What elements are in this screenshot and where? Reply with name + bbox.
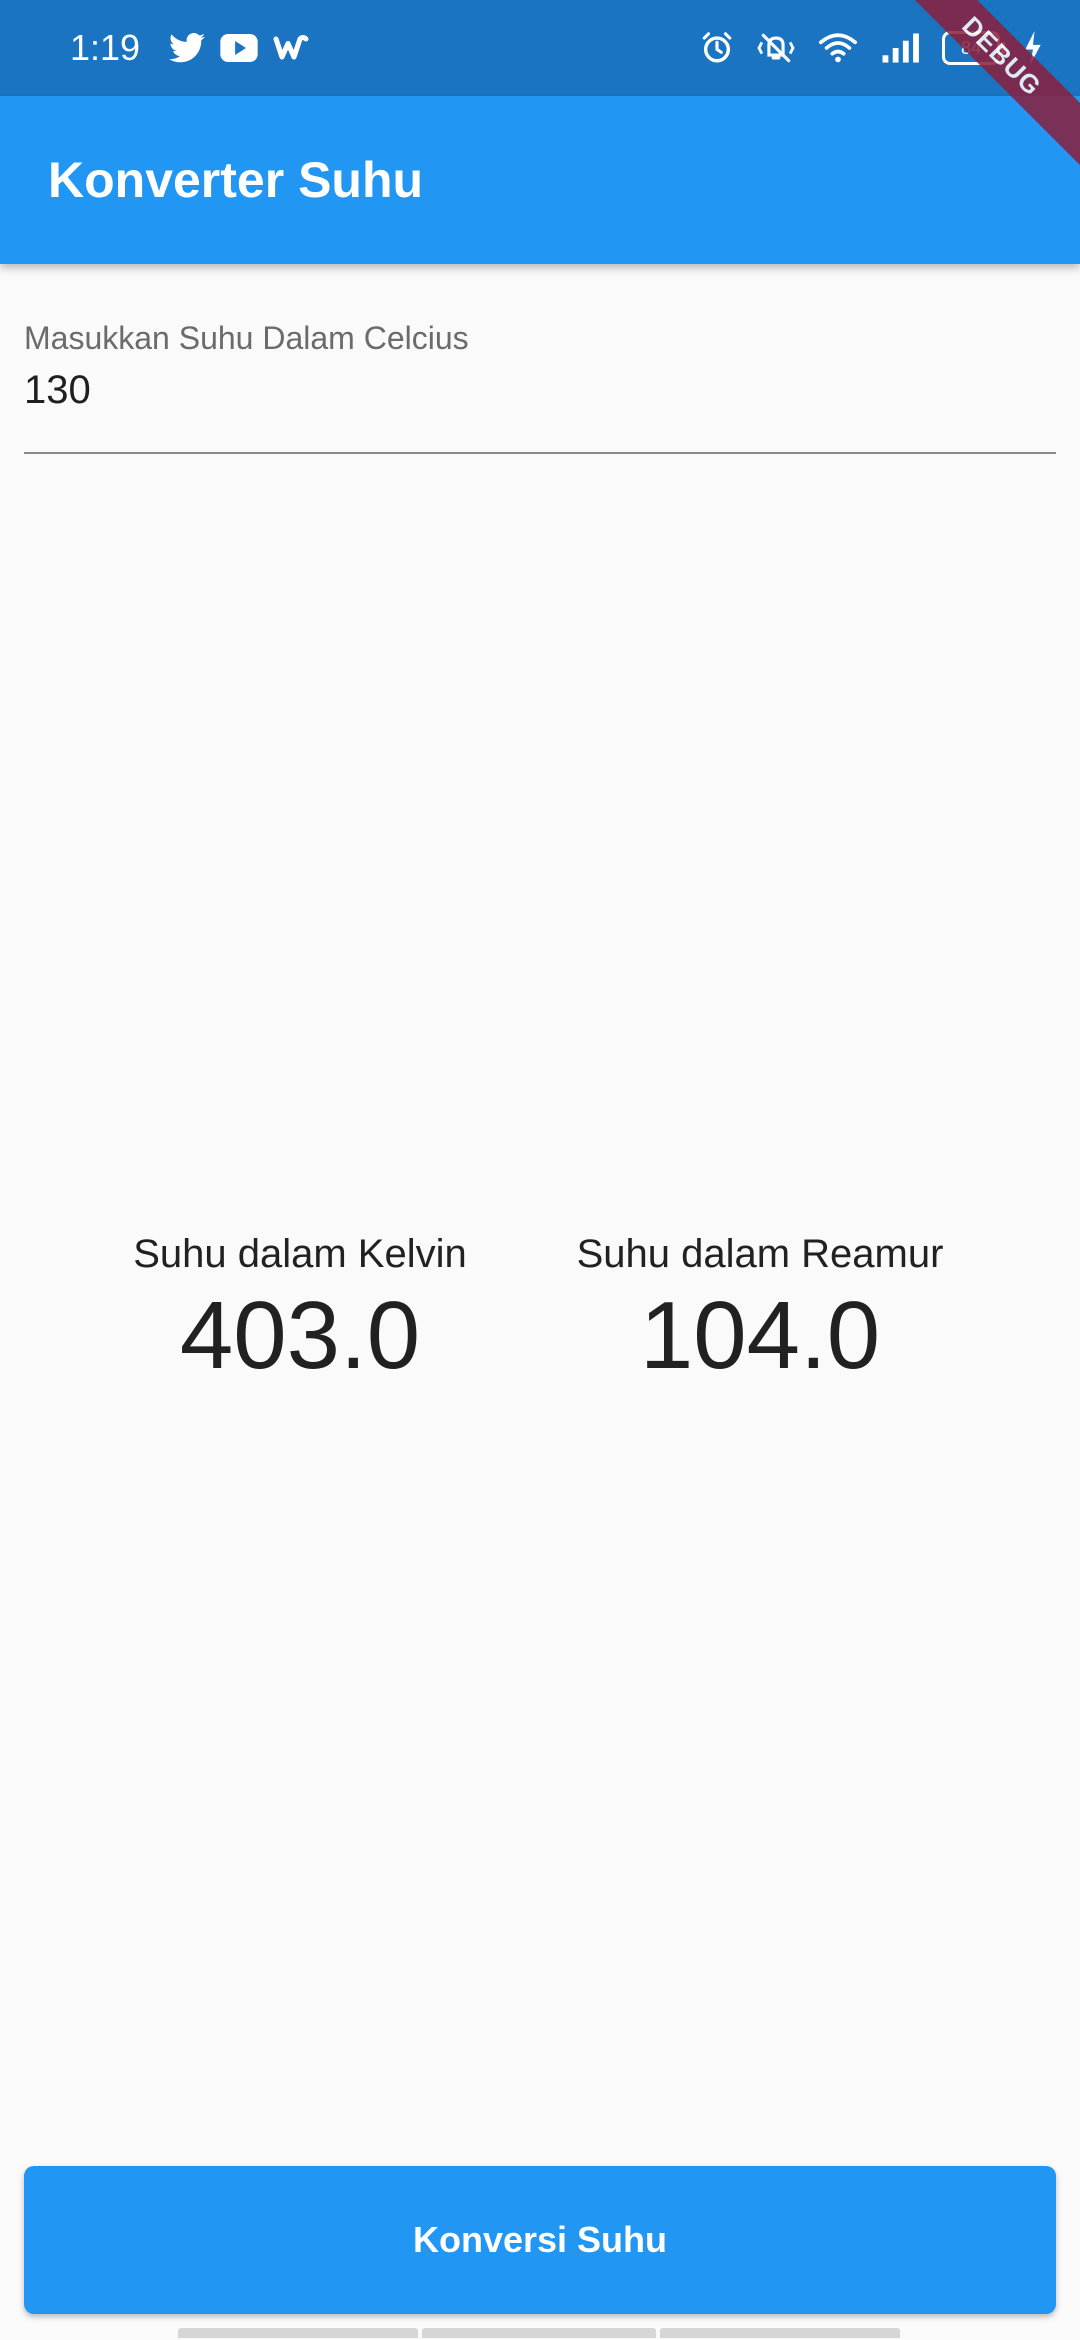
reamur-result: Suhu dalam Reamur 104.0 <box>560 1226 960 1390</box>
page-title: Konverter Suhu <box>48 152 424 208</box>
celsius-input-label: Masukkan Suhu Dalam Celcius <box>24 320 469 356</box>
status-bar: 1:19 84 <box>0 0 1080 96</box>
signal-icon <box>880 28 920 68</box>
youtube-icon <box>220 29 258 67</box>
celsius-input[interactable]: 130 <box>24 364 1024 416</box>
reamur-label: Suhu dalam Reamur <box>576 1232 944 1276</box>
kelvin-value: 403.0 <box>179 1282 421 1389</box>
alarm-icon <box>700 28 734 68</box>
vibrate-icon <box>756 28 796 68</box>
wattpad-icon <box>272 29 310 67</box>
input-underline <box>24 452 1056 454</box>
nav-indicator-left <box>178 2328 418 2338</box>
twitter-icon <box>168 29 206 67</box>
kelvin-label: Suhu dalam Kelvin <box>133 1232 467 1276</box>
wifi-icon <box>818 28 858 68</box>
app-screen: 1:19 84 <box>0 0 1080 2340</box>
status-time: 1:19 <box>70 27 141 68</box>
nav-indicator-right <box>660 2328 900 2338</box>
app-bar: Konverter Suhu <box>0 96 1080 264</box>
reamur-value: 104.0 <box>639 1282 881 1389</box>
celsius-input-field[interactable]: Masukkan Suhu Dalam Celcius 130 <box>24 318 1056 454</box>
nav-indicator-center <box>422 2328 656 2338</box>
kelvin-result: Suhu dalam Kelvin 403.0 <box>100 1226 500 1390</box>
convert-button[interactable]: Konversi Suhu <box>24 2166 1056 2314</box>
notification-icons <box>168 28 310 68</box>
